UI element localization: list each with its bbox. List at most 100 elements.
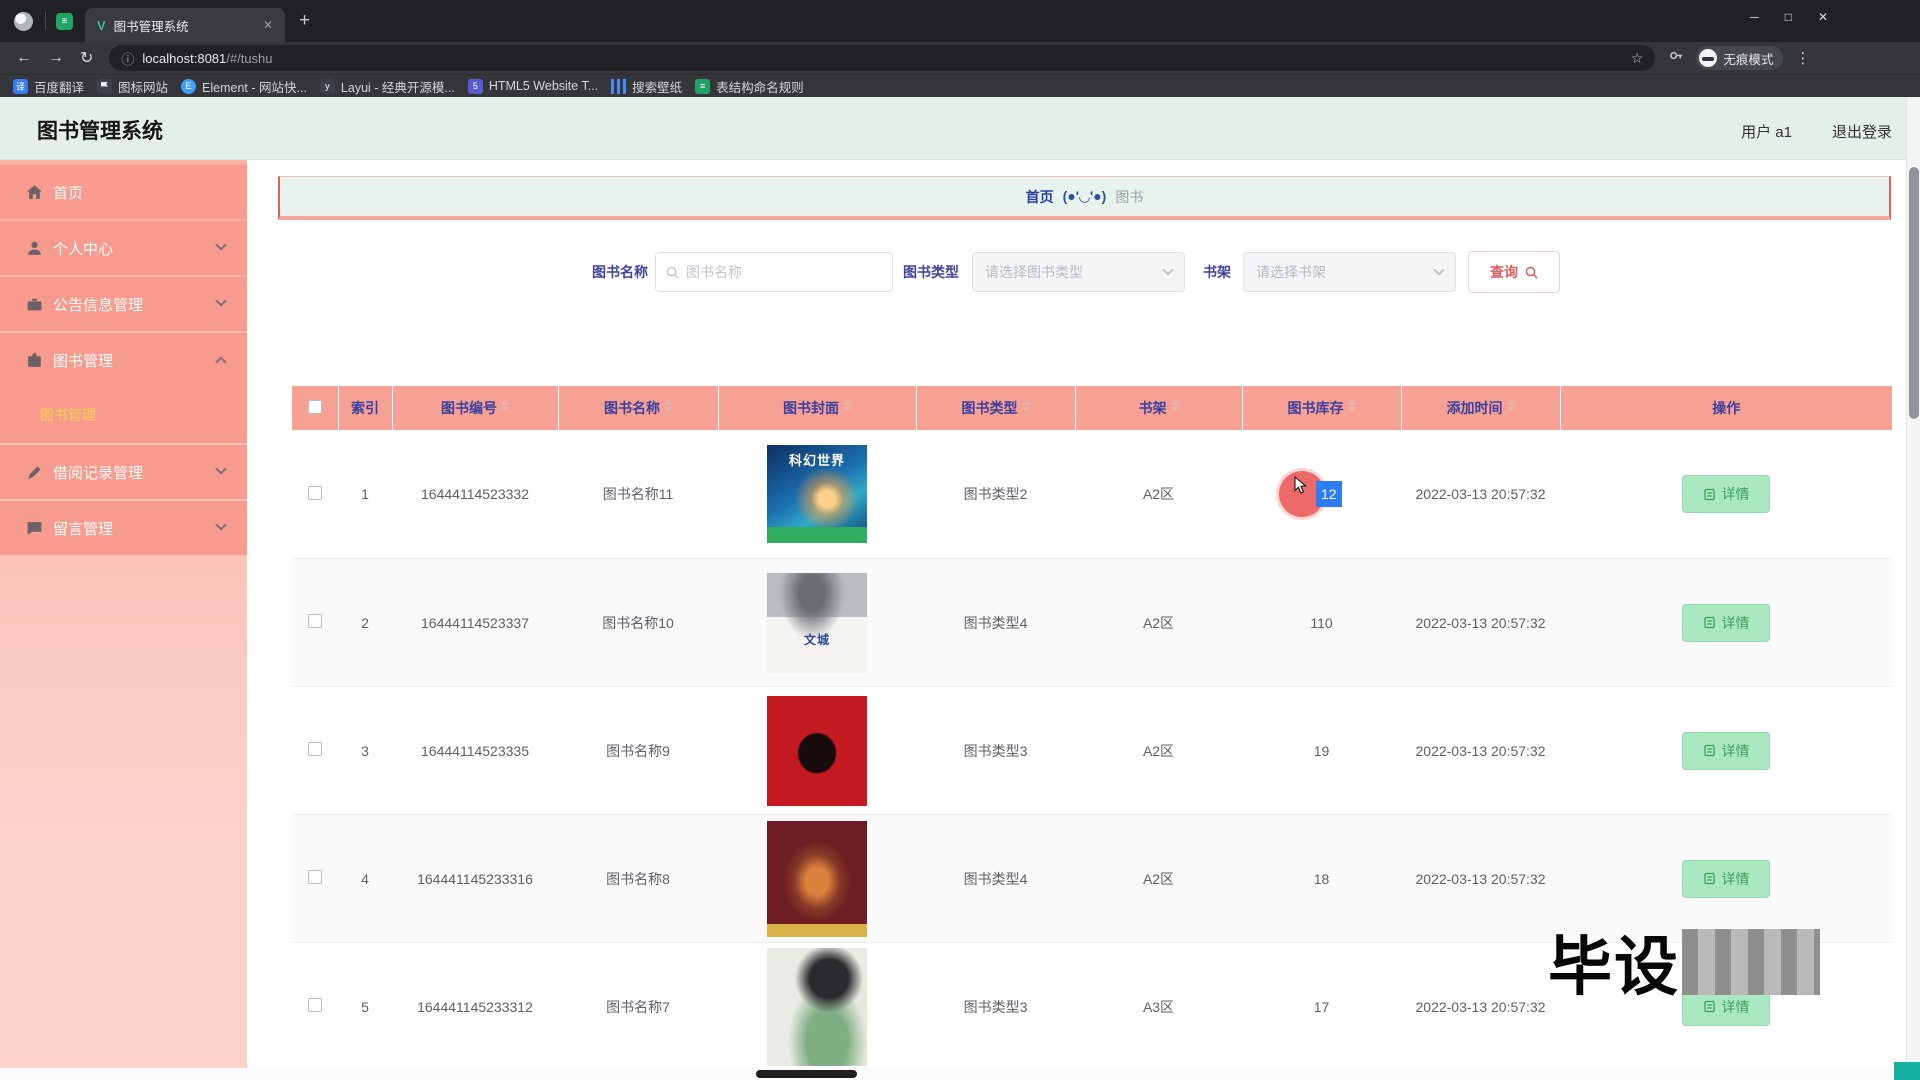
url-path: /#/tushu: [226, 51, 272, 66]
incognito-badge[interactable]: 无痕模式: [1696, 46, 1783, 70]
sidebar-item-message-management[interactable]: 留言管理: [0, 501, 247, 555]
row-checkbox[interactable]: [308, 614, 322, 628]
header-shelf[interactable]: 书架: [1075, 386, 1242, 430]
globe-icon[interactable]: [14, 12, 33, 31]
cell-add-time: 2022-03-13 20:57:32: [1401, 559, 1560, 687]
cell-shelf: A2区: [1075, 815, 1242, 943]
table-row: 1 16444114523332 图书名称11 科幻世界 图书类型2 A2区 1…: [292, 430, 1892, 559]
cell-book-id: 16444114523337: [392, 559, 558, 687]
password-key-icon[interactable]: [1669, 48, 1684, 68]
flag-icon: [97, 79, 112, 94]
browser-address-bar: ← → ↻ ⓘ localhost:8081 /#/tushu ☆ 无痕模式 ⋮: [0, 42, 1920, 74]
sidebar-item-profile[interactable]: 个人中心: [0, 221, 247, 275]
sort-carets-icon[interactable]: [1507, 400, 1515, 412]
bookmark-layui[interactable]: y Layui - 经典开源模...: [320, 77, 455, 96]
green-app-icon[interactable]: ≡: [56, 13, 73, 30]
sort-carets-icon[interactable]: [501, 400, 509, 412]
forward-button[interactable]: →: [48, 49, 64, 67]
vertical-scrollbar[interactable]: [1906, 97, 1920, 1068]
cell-shelf: A3区: [1075, 943, 1242, 1071]
row-checkbox[interactable]: [308, 998, 322, 1012]
cell-stock: 18: [1242, 815, 1401, 943]
book-name-input[interactable]: [655, 252, 893, 292]
sort-carets-icon[interactable]: [664, 400, 672, 412]
bookmarks-bar: 译 百度翻译 图标网站 E Element - 网站快... y Layui -…: [0, 74, 1920, 97]
window-maximize-button[interactable]: □: [1785, 10, 1792, 24]
header-book-type[interactable]: 图书类型: [916, 386, 1075, 430]
cell-book-type: 图书类型3: [916, 687, 1075, 815]
chevron-down-icon: [215, 463, 226, 474]
cell-book-type: 图书类型4: [916, 559, 1075, 687]
row-checkbox[interactable]: [308, 870, 322, 884]
book-type-select[interactable]: 请选择图书类型: [972, 252, 1185, 292]
chat-icon: [26, 520, 43, 537]
sort-carets-icon[interactable]: [1022, 400, 1030, 412]
cell-book-name: 图书名称10: [558, 559, 718, 687]
sidebar-item-borrow-records[interactable]: 借阅记录管理: [0, 445, 247, 499]
screen: ≡ V 图书管理系统 ✕ + ─ □ ✕ ← → ↻ ⓘ localhost:8…: [0, 0, 1920, 1080]
bookmark-baidu-translate[interactable]: 译 百度翻译: [13, 77, 84, 96]
cell-index: 2: [338, 559, 392, 687]
sort-carets-icon[interactable]: [843, 400, 851, 412]
chevron-down-icon: [215, 519, 226, 530]
bookmark-icon-site[interactable]: 图标网站: [97, 77, 168, 96]
vertical-scrollbar-thumb[interactable]: [1909, 167, 1919, 419]
details-button[interactable]: 详情: [1682, 604, 1770, 642]
book-cover: 科幻世界: [767, 445, 867, 543]
header-book-id[interactable]: 图书编号: [392, 386, 558, 430]
header-add-time[interactable]: 添加时间: [1401, 386, 1560, 430]
logout-link[interactable]: 退出登录: [1832, 121, 1892, 142]
bookmark-html5[interactable]: 5 HTML5 Website T...: [468, 79, 598, 94]
breadcrumb-home-link[interactable]: 首页: [1026, 187, 1054, 207]
horizontal-scrollbar-thumb[interactable]: [756, 1070, 857, 1078]
header-stock[interactable]: 图书库存: [1242, 386, 1401, 430]
book-name-label: 图书名称: [592, 262, 648, 282]
details-button[interactable]: 详情: [1682, 475, 1770, 513]
browser-menu-icon[interactable]: ⋮: [1795, 49, 1810, 67]
cell-stock: 17: [1242, 943, 1401, 1071]
bookmark-element[interactable]: E Element - 网站快...: [181, 77, 307, 96]
select-all-checkbox-cell[interactable]: [292, 386, 338, 430]
url-bar[interactable]: ⓘ localhost:8081 /#/tushu ☆: [109, 45, 1655, 71]
filter-bar: 图书名称 图书类型 请选择图书类型 书架 请选择书架 查询: [247, 247, 1920, 297]
bookmark-star-icon[interactable]: ☆: [1631, 50, 1644, 67]
cell-index: 4: [338, 815, 392, 943]
sidebar-item-home[interactable]: 首页: [0, 165, 247, 219]
query-button[interactable]: 查询: [1468, 251, 1560, 293]
details-button[interactable]: 详情: [1682, 860, 1770, 898]
sort-carets-icon[interactable]: [1348, 400, 1356, 412]
vue-favicon-icon: V: [97, 18, 106, 33]
details-button[interactable]: 详情: [1682, 732, 1770, 770]
table-header-row: 索引 图书编号 图书名称 图书封面 图书类型 书架 图书库存 添加时间 操作: [292, 386, 1892, 430]
back-button[interactable]: ←: [16, 49, 32, 67]
reload-button[interactable]: ↻: [80, 48, 93, 68]
site-info-icon[interactable]: ⓘ: [121, 49, 134, 68]
window-minimize-button[interactable]: ─: [1750, 10, 1759, 24]
bag-icon: [26, 352, 43, 369]
layui-icon: y: [320, 79, 335, 94]
tab-title: 图书管理系统: [114, 16, 259, 35]
sidebar-item-book-management[interactable]: 图书管理: [0, 333, 247, 387]
watermark-mosaic: [1682, 929, 1820, 995]
new-tab-button[interactable]: +: [299, 10, 310, 32]
current-user-label: 用户 a1: [1741, 121, 1792, 142]
bookmark-table-rules[interactable]: ≡ 表结构命名规则: [695, 77, 804, 96]
page-title: 图书管理系统: [37, 115, 163, 145]
active-tab[interactable]: V 图书管理系统 ✕: [85, 8, 285, 42]
sort-carets-icon[interactable]: [1171, 400, 1179, 412]
sidebar-item-notice-management[interactable]: 公告信息管理: [0, 277, 247, 331]
bookmark-wallpaper[interactable]: 搜索壁纸: [611, 77, 682, 96]
sidebar-subitem-book-management-active[interactable]: 图书管理: [0, 387, 247, 443]
horizontal-scrollbar[interactable]: [0, 1068, 1920, 1080]
breadcrumb-current: 图书: [1115, 187, 1143, 207]
header-book-name[interactable]: 图书名称: [558, 386, 718, 430]
window-close-button[interactable]: ✕: [1818, 10, 1828, 24]
header-book-cover[interactable]: 图书封面: [718, 386, 916, 430]
row-checkbox[interactable]: [308, 486, 322, 500]
row-checkbox[interactable]: [308, 742, 322, 756]
cell-stock: 12: [1242, 430, 1401, 558]
shelf-select[interactable]: 请选择书架: [1243, 252, 1456, 292]
cell-add-time: 2022-03-13 20:57:32: [1401, 687, 1560, 815]
select-all-checkbox[interactable]: [308, 400, 322, 414]
tab-close-icon[interactable]: ✕: [259, 16, 277, 34]
